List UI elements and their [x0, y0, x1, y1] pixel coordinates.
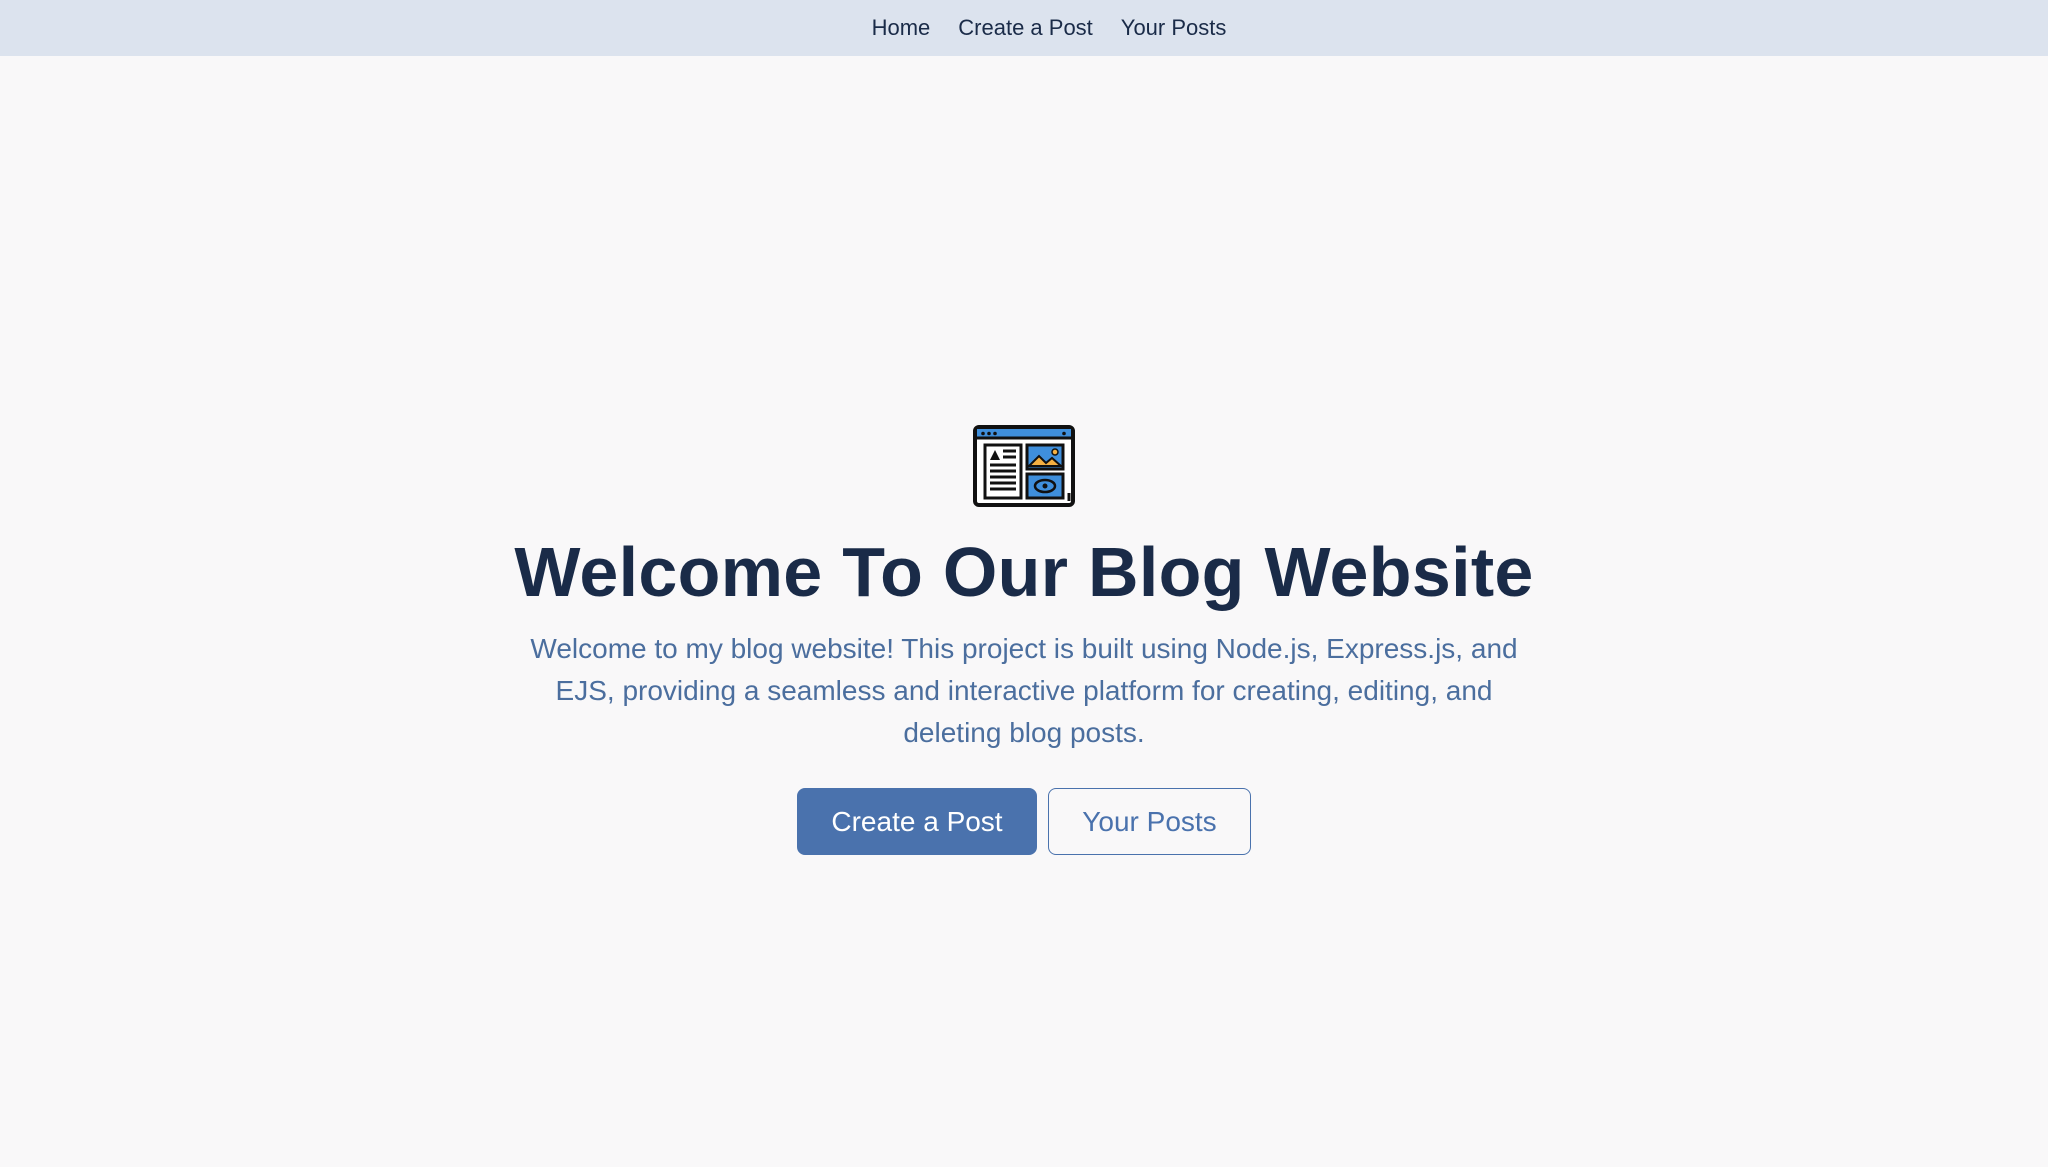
blog-layout-icon [973, 425, 1075, 507]
hero-description: Welcome to my blog website! This project… [530, 633, 1518, 748]
hero-section: Welcome To Our Blog Website Welcome to m… [0, 0, 2048, 1167]
your-posts-button[interactable]: Your Posts [1048, 788, 1251, 855]
page-title: Welcome To Our Blog Website [514, 533, 1534, 611]
create-post-button[interactable]: Create a Post [797, 788, 1037, 855]
